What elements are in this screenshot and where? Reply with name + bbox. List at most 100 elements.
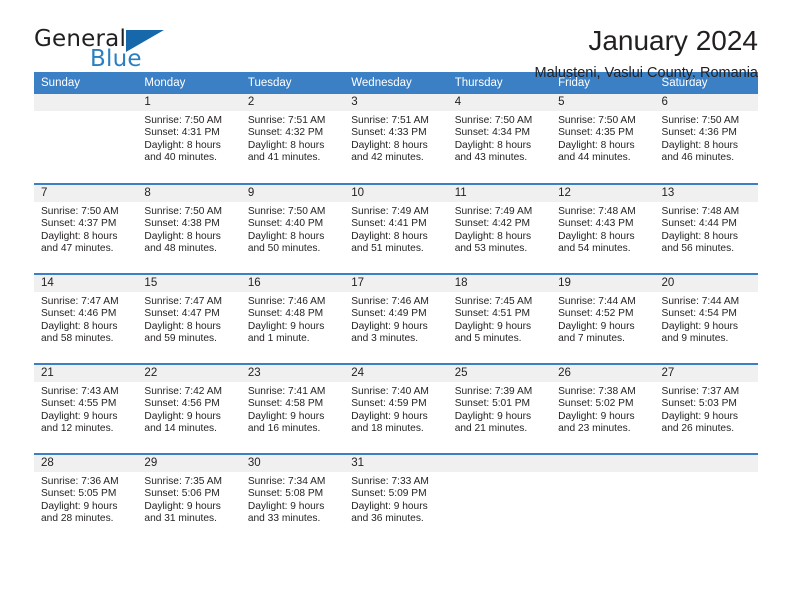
calendar-day-cell[interactable]: 22 Sunrise: 7:42 AM Sunset: 4:56 PM Dayligh…: [137, 365, 241, 453]
general-blue-logo[interactable]: General Blue: [34, 26, 234, 76]
calendar-day-cell[interactable]: 21 Sunrise: 7:43 AM Sunset: 4:55 PM Dayligh…: [34, 365, 138, 453]
day-details: Sunrise: 7:44 AM Sunset: 4:52 PM Daylight:…: [551, 292, 654, 346]
sunset-text: Sunset: 4:58 PM: [247, 398, 324, 410]
sunset-text: Sunset: 4:38 PM: [144, 218, 220, 230]
calendar-cell: 10 Sunrise: 7:49 AM Sunset: 4:41 PM Dayligh…: [344, 183, 448, 274]
calendar-day-cell[interactable]: 13 Sunrise: 7:48 AM Sunset: 4:44 PM Dayligh…: [654, 185, 758, 273]
sunrise-text: Sunrise: 7:48 AM: [558, 206, 636, 217]
sunset-text: Sunset: 4:46 PM: [41, 308, 117, 320]
daylight-text: Daylight: 9 hours: [247, 410, 325, 422]
daylight-text: Daylight: 8 hours: [558, 230, 635, 242]
daylight-text: and 23 minutes.: [558, 423, 631, 435]
calendar-week-row: 7 Sunrise: 7:50 AM Sunset: 4:37 PM Daylight…: [34, 183, 758, 274]
daylight-text: Daylight: 9 hours: [144, 410, 221, 422]
calendar-day-cell[interactable]: 17 Sunrise: 7:46 AM Sunset: 4:49 PM Dayligh…: [344, 275, 448, 363]
sunrise-text: Sunrise: 7:39 AM: [454, 386, 533, 397]
calendar-day-cell[interactable]: 24 Sunrise: 7:40 AM Sunset: 4:59 PM Dayligh…: [344, 365, 448, 453]
daylight-text: Daylight: 9 hours: [247, 320, 325, 332]
calendar-body: 1 Sunrise: 7:50 AM Sunset: 4:31 PM Daylight…: [34, 94, 758, 544]
daylight-text: Daylight: 8 hours: [144, 320, 221, 332]
calendar-day-cell[interactable]: 31 Sunrise: 7:33 AM Sunset: 5:09 PM Dayligh…: [344, 455, 448, 543]
calendar-day-cell[interactable]: 3 Sunrise: 7:51 AM Sunset: 4:33 PM Daylight…: [344, 94, 448, 182]
calendar-day-cell[interactable]: 25 Sunrise: 7:39 AM Sunset: 5:01 PM Dayligh…: [447, 365, 552, 453]
calendar-day-cell[interactable]: 28 Sunrise: 7:36 AM Sunset: 5:05 PM Dayligh…: [34, 455, 138, 543]
daylight-text: Daylight: 8 hours: [247, 230, 325, 242]
calendar-cell: 11 Sunrise: 7:49 AM Sunset: 4:42 PM Dayligh…: [447, 183, 552, 274]
daylight-text: and 3 minutes.: [351, 333, 419, 345]
day-details: Sunrise: 7:50 AM Sunset: 4:36 PM Daylight:…: [655, 111, 758, 165]
daylight-text: Daylight: 8 hours: [661, 139, 738, 151]
daylight-text: Daylight: 9 hours: [144, 500, 221, 512]
daylight-text: Daylight: 9 hours: [454, 320, 532, 332]
day-number: 19: [551, 275, 655, 292]
daylight-text: Daylight: 8 hours: [144, 139, 221, 151]
sunset-text: Sunset: 5:05 PM: [41, 488, 117, 500]
daylight-text: and 9 minutes.: [661, 333, 729, 345]
daylight-text: Daylight: 9 hours: [41, 500, 118, 512]
calendar-cell: 9 Sunrise: 7:50 AM Sunset: 4:40 PM Daylight…: [240, 183, 345, 274]
daylight-text: Daylight: 9 hours: [454, 410, 532, 422]
day-details: Sunrise: 7:49 AM Sunset: 4:42 PM Daylight:…: [448, 202, 551, 256]
calendar-day-cell[interactable]: 6 Sunrise: 7:50 AM Sunset: 4:36 PM Daylight…: [654, 94, 758, 182]
calendar-day-cell[interactable]: 2 Sunrise: 7:51 AM Sunset: 4:32 PM Daylight…: [240, 94, 345, 182]
daylight-text: Daylight: 9 hours: [351, 410, 428, 422]
calendar-day-cell[interactable]: 18 Sunrise: 7:45 AM Sunset: 4:51 PM Dayligh…: [447, 275, 552, 363]
calendar-day-cell[interactable]: 19 Sunrise: 7:44 AM Sunset: 4:52 PM Dayligh…: [551, 275, 655, 363]
sunrise-text: Sunrise: 7:36 AM: [41, 476, 119, 487]
calendar-day-cell[interactable]: 16 Sunrise: 7:46 AM Sunset: 4:48 PM Dayligh…: [240, 275, 345, 363]
day-number: 13: [654, 185, 758, 202]
calendar-cell: 22 Sunrise: 7:42 AM Sunset: 4:56 PM Dayligh…: [137, 363, 241, 454]
calendar-cell: 19 Sunrise: 7:44 AM Sunset: 4:52 PM Dayligh…: [551, 273, 655, 364]
calendar-cell: 17 Sunrise: 7:46 AM Sunset: 4:49 PM Dayligh…: [344, 273, 448, 364]
day-details: Sunrise: 7:47 AM Sunset: 4:46 PM Daylight:…: [34, 292, 137, 346]
calendar-day-cell[interactable]: 8 Sunrise: 7:50 AM Sunset: 4:38 PM Daylight…: [137, 185, 241, 273]
calendar-day-cell[interactable]: 23 Sunrise: 7:41 AM Sunset: 4:58 PM Dayligh…: [240, 365, 345, 453]
calendar-cell-empty: [551, 455, 655, 543]
daylight-text: Daylight: 8 hours: [247, 139, 325, 151]
calendar-day-cell[interactable]: 10 Sunrise: 7:49 AM Sunset: 4:41 PM Dayligh…: [344, 185, 448, 273]
sunset-text: Sunset: 4:37 PM: [41, 218, 117, 230]
calendar-week-row: 14 Sunrise: 7:47 AM Sunset: 4:46 PM Dayligh…: [34, 273, 758, 364]
calendar-day-cell[interactable]: 7 Sunrise: 7:50 AM Sunset: 4:37 PM Daylight…: [34, 185, 138, 273]
daylight-text: Daylight: 9 hours: [661, 410, 738, 422]
calendar-day-cell[interactable]: 4 Sunrise: 7:50 AM Sunset: 4:34 PM Daylight…: [447, 94, 552, 182]
calendar-day-cell[interactable]: 11 Sunrise: 7:49 AM Sunset: 4:42 PM Dayligh…: [447, 185, 552, 273]
daylight-text: and 36 minutes.: [351, 513, 424, 525]
day-number: 22: [137, 365, 241, 382]
sunrise-text: Sunrise: 7:46 AM: [247, 296, 326, 307]
calendar-day-cell[interactable]: 15 Sunrise: 7:47 AM Sunset: 4:47 PM Dayligh…: [137, 275, 241, 363]
calendar-day-cell[interactable]: 12 Sunrise: 7:48 AM Sunset: 4:43 PM Dayligh…: [551, 185, 655, 273]
sunset-text: Sunset: 5:01 PM: [454, 398, 531, 410]
day-details: Sunrise: 7:41 AM Sunset: 4:58 PM Daylight:…: [241, 382, 344, 436]
daylight-text: and 53 minutes.: [454, 243, 528, 255]
daylight-text: and 58 minutes.: [41, 333, 114, 345]
day-number: 9: [240, 185, 345, 202]
calendar-day-cell[interactable]: 26 Sunrise: 7:38 AM Sunset: 5:02 PM Dayligh…: [551, 365, 655, 453]
day-details: Sunrise: 7:51 AM Sunset: 4:32 PM Daylight:…: [241, 111, 344, 165]
calendar-day-cell[interactable]: 1 Sunrise: 7:50 AM Sunset: 4:31 PM Daylight…: [137, 94, 241, 182]
sunrise-text: Sunrise: 7:43 AM: [41, 386, 119, 397]
day-details: Sunrise: 7:44 AM Sunset: 4:54 PM Daylight:…: [655, 292, 758, 346]
daylight-text: and 44 minutes.: [558, 152, 631, 164]
day-details: Sunrise: 7:51 AM Sunset: 4:33 PM Daylight:…: [344, 111, 447, 165]
calendar-cell: 25 Sunrise: 7:39 AM Sunset: 5:01 PM Dayligh…: [447, 363, 552, 454]
daylight-text: Daylight: 9 hours: [41, 410, 118, 422]
calendar-day-cell[interactable]: 9 Sunrise: 7:50 AM Sunset: 4:40 PM Daylight…: [240, 185, 345, 273]
calendar-cell: 26 Sunrise: 7:38 AM Sunset: 5:02 PM Dayligh…: [551, 363, 655, 454]
day-details: Sunrise: 7:38 AM Sunset: 5:02 PM Daylight:…: [551, 382, 654, 436]
day-number: 29: [137, 455, 241, 472]
sunrise-text: Sunrise: 7:50 AM: [454, 115, 533, 126]
day-details: [655, 472, 758, 476]
calendar-day-cell[interactable]: 20 Sunrise: 7:44 AM Sunset: 4:54 PM Dayligh…: [654, 275, 758, 363]
day-details: Sunrise: 7:45 AM Sunset: 4:51 PM Daylight:…: [448, 292, 551, 346]
calendar-day-cell[interactable]: 30 Sunrise: 7:34 AM Sunset: 5:08 PM Dayligh…: [240, 455, 345, 543]
calendar-cell: 21 Sunrise: 7:43 AM Sunset: 4:55 PM Dayligh…: [34, 363, 138, 454]
sunrise-text: Sunrise: 7:46 AM: [351, 296, 429, 307]
sunset-text: Sunset: 4:31 PM: [144, 127, 220, 139]
daylight-text: Daylight: 8 hours: [351, 230, 428, 242]
calendar-day-cell[interactable]: 27 Sunrise: 7:37 AM Sunset: 5:03 PM Dayligh…: [654, 365, 758, 453]
calendar-day-cell[interactable]: 5 Sunrise: 7:50 AM Sunset: 4:35 PM Daylight…: [551, 94, 655, 182]
day-number: 8: [137, 185, 241, 202]
calendar-day-cell[interactable]: 14 Sunrise: 7:47 AM Sunset: 4:46 PM Dayligh…: [34, 275, 138, 363]
calendar-day-cell[interactable]: 29 Sunrise: 7:35 AM Sunset: 5:06 PM Dayligh…: [137, 455, 241, 543]
